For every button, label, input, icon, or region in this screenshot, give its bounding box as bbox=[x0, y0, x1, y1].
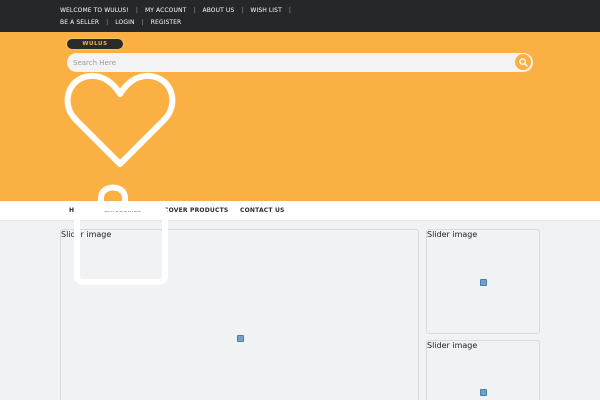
slider-label: Slider image bbox=[427, 341, 478, 350]
main-nav: H CATEGORIES COVER PRODUCTS CONTACT US bbox=[0, 201, 600, 221]
slider-label: Slider image bbox=[61, 230, 112, 239]
top-bar: WELCOME TO WULUS! | MY ACCOUNT | ABOUT U… bbox=[0, 0, 600, 32]
broken-image-icon bbox=[237, 335, 244, 342]
search-input[interactable] bbox=[73, 55, 503, 70]
separator: | bbox=[135, 6, 138, 14]
nav-home[interactable]: H bbox=[69, 207, 74, 214]
heart-icon[interactable] bbox=[64, 70, 176, 170]
broken-image-icon bbox=[480, 389, 487, 396]
site-logo[interactable]: WULUS bbox=[66, 38, 124, 50]
welcome-text: WELCOME TO WULUS! bbox=[60, 6, 129, 14]
nav-contact-us[interactable]: CONTACT US bbox=[240, 207, 285, 214]
separator: | bbox=[288, 6, 291, 14]
main-slider[interactable]: Slider image bbox=[60, 229, 419, 400]
separator: | bbox=[241, 6, 244, 14]
login-link[interactable]: LOGIN bbox=[115, 19, 134, 26]
about-us-link[interactable]: ABOUT US bbox=[202, 7, 234, 14]
separator: | bbox=[141, 18, 144, 26]
register-link[interactable]: REGISTER bbox=[151, 19, 182, 26]
search-icon bbox=[518, 57, 528, 67]
account-links-row: BE A SELLER | LOGIN | REGISTER bbox=[60, 18, 181, 26]
side-slider-top[interactable]: Slider image bbox=[426, 229, 540, 334]
broken-image-icon bbox=[480, 279, 487, 286]
search-button[interactable] bbox=[515, 54, 531, 70]
nav-categories[interactable]: CATEGORIES bbox=[104, 208, 141, 214]
be-seller-link[interactable]: BE A SELLER bbox=[60, 19, 99, 26]
separator: | bbox=[193, 6, 196, 14]
slider-label: Slider image bbox=[427, 230, 478, 239]
side-slider-bottom[interactable]: Slider image bbox=[426, 340, 540, 400]
my-account-link[interactable]: MY ACCOUNT bbox=[145, 7, 186, 14]
wish-list-link[interactable]: WISH LIST bbox=[250, 7, 281, 14]
nav-discover-products[interactable]: COVER PRODUCTS bbox=[164, 207, 228, 214]
logo-text: WULUS bbox=[82, 41, 108, 47]
separator: | bbox=[106, 18, 109, 26]
top-links-row: WELCOME TO WULUS! | MY ACCOUNT | ABOUT U… bbox=[60, 6, 298, 14]
